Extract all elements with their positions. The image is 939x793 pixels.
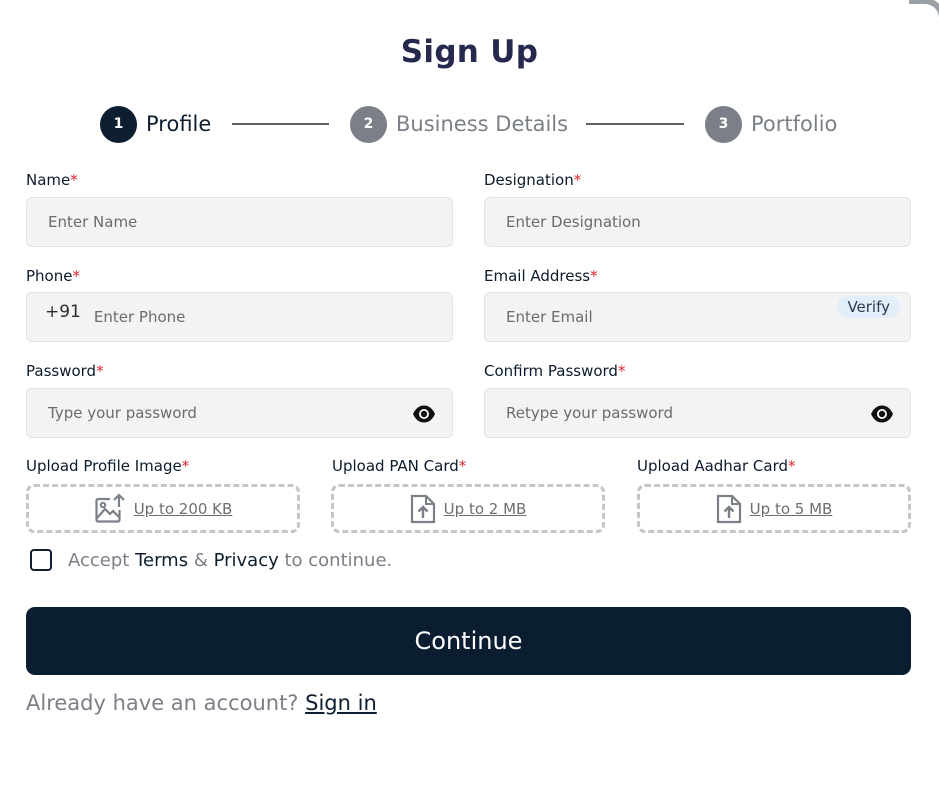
step-number: 3 xyxy=(705,105,742,143)
upload-size-limit: Up to 2 MB xyxy=(443,499,527,518)
email-label: Email Address* xyxy=(484,267,598,285)
email-field-box: Verify xyxy=(484,292,911,342)
step-label: Profile xyxy=(146,112,212,136)
upload-aadhar-card-label: Upload Aadhar Card* xyxy=(637,457,796,475)
required-marker: * xyxy=(573,171,582,189)
password-input[interactable] xyxy=(48,389,402,437)
upload-profile-image-dropzone[interactable]: Up to 200 KB xyxy=(26,484,300,533)
step-connector xyxy=(232,123,329,125)
required-marker: * xyxy=(788,457,796,475)
signin-row: Already have an account? Sign in xyxy=(26,691,377,715)
signin-prompt: Already have an account? xyxy=(26,691,306,715)
step-label: Portfolio xyxy=(751,112,838,136)
upload-pan-card-label-text: Upload PAN Card xyxy=(332,457,459,475)
eye-icon[interactable] xyxy=(870,404,894,424)
confirm-password-label: Confirm Password* xyxy=(484,362,625,380)
email-label-text: Email Address xyxy=(484,267,591,285)
window-corner xyxy=(909,0,939,30)
designation-field-box xyxy=(484,197,911,247)
image-upload-icon xyxy=(95,492,125,523)
required-marker: * xyxy=(590,267,598,285)
upload-aadhar-card-label-text: Upload Aadhar Card xyxy=(637,457,789,475)
terms-suffix: to continue. xyxy=(278,549,393,571)
designation-input[interactable] xyxy=(506,198,910,246)
upload-size-limit: Up to 200 KB xyxy=(133,499,233,518)
terms-link[interactable]: Terms xyxy=(135,550,188,571)
name-input[interactable] xyxy=(48,198,452,246)
confirm-password-label-text: Confirm Password xyxy=(484,362,618,380)
phone-label-text: Phone xyxy=(26,267,73,285)
file-upload-icon xyxy=(410,494,435,523)
terms-prefix: Accept xyxy=(68,549,136,571)
phone-field-box: +91 xyxy=(26,292,453,342)
name-label: Name* xyxy=(26,171,78,189)
signup-stepper: 1 Profile 2 Business Details 3 Portfolio xyxy=(100,105,860,143)
designation-label: Designation* xyxy=(484,171,581,189)
phone-label: Phone* xyxy=(26,267,80,285)
terms-ampersand: & xyxy=(188,549,214,571)
required-marker: * xyxy=(72,267,80,285)
upload-profile-image-label-text: Upload Profile Image xyxy=(26,457,182,475)
step-profile[interactable]: 1 Profile xyxy=(100,105,211,143)
privacy-link[interactable]: Privacy xyxy=(214,550,279,571)
required-marker: * xyxy=(181,457,190,475)
step-number: 2 xyxy=(350,105,387,143)
required-marker: * xyxy=(96,362,104,380)
designation-label-text: Designation xyxy=(484,171,574,189)
phone-input[interactable] xyxy=(93,293,452,341)
signin-link[interactable]: Sign in xyxy=(305,691,377,715)
step-business-details[interactable]: 2 Business Details xyxy=(350,105,568,143)
name-label-text: Name xyxy=(26,171,71,189)
password-label: Password* xyxy=(26,362,104,380)
upload-size-limit: Up to 5 MB xyxy=(749,499,833,518)
file-upload-icon xyxy=(716,494,741,523)
step-portfolio[interactable]: 3 Portfolio xyxy=(705,105,837,143)
password-label-text: Password xyxy=(26,362,97,380)
required-marker: * xyxy=(617,362,626,380)
confirm-password-field-box xyxy=(484,388,911,438)
continue-button[interactable]: Continue xyxy=(26,607,911,675)
terms-text: Accept Terms & Privacy to continue. xyxy=(68,550,392,571)
confirm-password-input[interactable] xyxy=(506,389,860,437)
accept-terms-checkbox[interactable] xyxy=(30,549,52,571)
required-marker: * xyxy=(70,171,78,189)
required-marker: * xyxy=(458,457,467,475)
verify-email-button[interactable]: Verify xyxy=(837,296,900,318)
step-connector xyxy=(586,123,684,125)
terms-row: Accept Terms & Privacy to continue. xyxy=(30,549,392,571)
step-label: Business Details xyxy=(396,112,569,136)
step-number: 1 xyxy=(100,105,137,143)
upload-aadhar-card-dropzone[interactable]: Up to 5 MB xyxy=(637,484,911,533)
upload-pan-card-dropzone[interactable]: Up to 2 MB xyxy=(331,484,605,533)
country-code-prefix: +91 xyxy=(45,302,81,322)
upload-profile-image-label: Upload Profile Image* xyxy=(26,457,189,475)
eye-icon[interactable] xyxy=(412,404,436,424)
password-field-box xyxy=(26,388,453,438)
name-field-box xyxy=(26,197,453,247)
upload-pan-card-label: Upload PAN Card* xyxy=(332,457,466,475)
page-title: Sign Up xyxy=(400,34,539,70)
